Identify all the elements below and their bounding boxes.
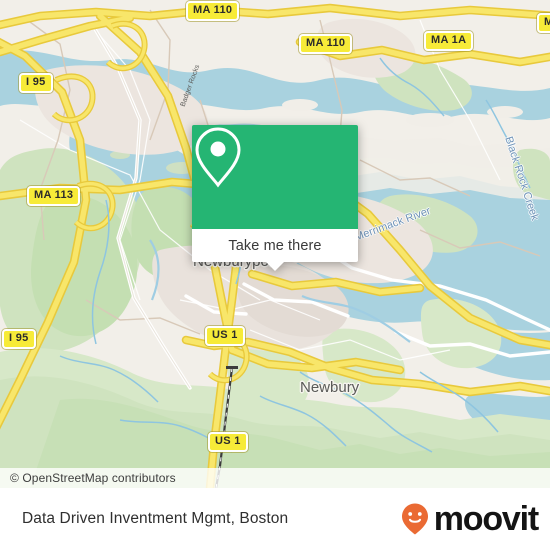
moovit-logo[interactable]: moovit [398,500,539,538]
route-shield: I 95 [19,73,53,93]
map-canvas[interactable]: MA 110 MA 110 MA 1A MA I 95 MA 113 I 95 … [0,0,550,488]
route-shield: MA 113 [27,186,81,206]
route-shield: MA 1A [424,31,474,51]
route-shield: MA 110 [299,34,353,54]
place-label-newbury: Newbury [300,379,360,396]
moovit-map-screen: MA 110 MA 110 MA 1A MA I 95 MA 113 I 95 … [0,0,550,550]
location-title: Data Driven Inventment Mgmt, Boston [22,510,289,527]
map-pin-icon [195,127,241,188]
location-popup-card[interactable]: Take me there [192,125,358,271]
route-shield: MA [537,13,550,33]
take-me-there-button[interactable]: Take me there [192,229,358,262]
route-shield: US 1 [208,432,248,452]
route-shield: MA 110 [186,1,240,21]
footer-bar: Data Driven Inventment Mgmt, Boston moov… [0,488,550,550]
route-shield: I 95 [2,329,36,349]
popup-pointer [266,262,284,271]
route-shield: US 1 [205,326,245,346]
popup-header [192,125,358,229]
moovit-wordmark: moovit [433,500,539,538]
attribution-text: © OpenStreetMap contributors [10,471,176,485]
map-attribution-bar: © OpenStreetMap contributors [0,468,550,488]
moovit-pin-smiley-icon [401,503,428,535]
